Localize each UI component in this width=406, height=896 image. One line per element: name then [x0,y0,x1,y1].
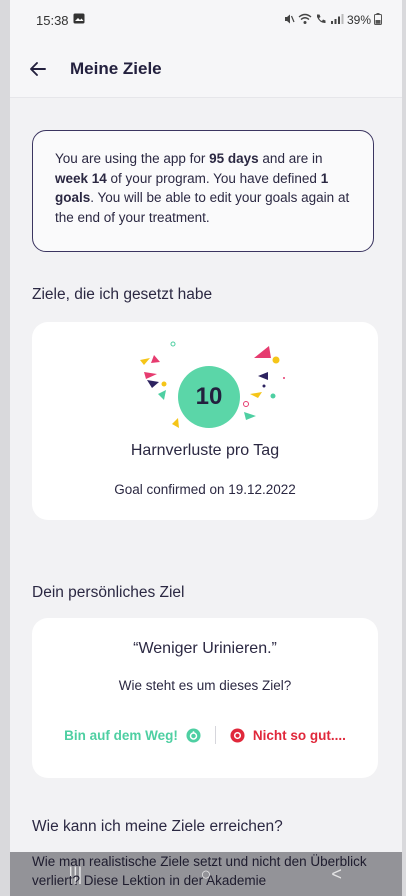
back-button[interactable] [10,40,66,98]
info-text-1: You are using the app for [55,151,210,166]
gallery-icon [73,13,85,27]
goal-status-question: Wie steht es um dieses Ziel? [118,678,292,693]
program-info-box: You are using the app for 95 days and ar… [32,130,374,252]
how-section-label: Wie kann ich meine Ziele erreichen? [32,818,283,835]
not-so-good-button[interactable]: Nicht so gut.... [230,728,346,743]
goal-status-actions: Bin auf dem Weg! Nicht so gut.... [32,722,378,748]
page-title: Meine Ziele [70,58,162,78]
battery-icon [374,12,382,28]
call-icon [315,13,327,28]
goal-card[interactable]: 10 Harnverluste pro Tag Goal confirmed o… [32,322,378,520]
goal-confirmed-date: Goal confirmed on 19.12.2022 [114,482,296,497]
goal-title: Harnverluste pro Tag [130,442,280,459]
personal-goal-card: “Weniger Urinieren.” Wie steht es um die… [32,618,378,778]
goals-section-label: Ziele, die ich gesetzt habe [32,286,213,303]
status-time: 15:38 [36,12,69,28]
main-content[interactable]: You are using the app for 95 days and ar… [10,98,402,896]
academy-lesson-text[interactable]: Wie man realistische Ziele setzt und nic… [32,852,392,890]
not-so-good-label: Nicht so gut.... [252,727,346,743]
app-bar: Meine Ziele [10,40,402,98]
signal-icon [330,13,344,28]
circle-icon-red [230,727,245,743]
info-text-4: . You will be able to edit your goals ag… [55,190,350,225]
wifi-icon [298,13,312,28]
personal-section-label: Dein persönliches Ziel [32,584,185,601]
info-goals-word: goals [55,190,91,206]
on-track-button[interactable]: Bin auf dem Weg! [64,728,201,743]
goal-value-badge: 10 [178,366,240,428]
status-bar: 15:38 39% [10,0,402,40]
battery-text: 39% [346,13,371,27]
info-days: 95 days [209,151,259,166]
arrow-left-icon [30,61,46,76]
personal-goal-quote: “Weniger Urinieren.” [133,640,277,657]
circle-icon-green [186,727,201,743]
info-goals-count: 1 [320,170,329,186]
action-divider [214,726,216,744]
info-text-3: of your program. You have defined [106,170,321,186]
phone-screen: 15:38 39% Meine Ziele You are using the … [10,0,402,896]
info-text-2: and are in [258,151,323,166]
on-track-label: Bin auf dem Weg! [64,727,178,743]
info-week: week 14 [55,170,107,186]
mute-icon [283,13,295,28]
